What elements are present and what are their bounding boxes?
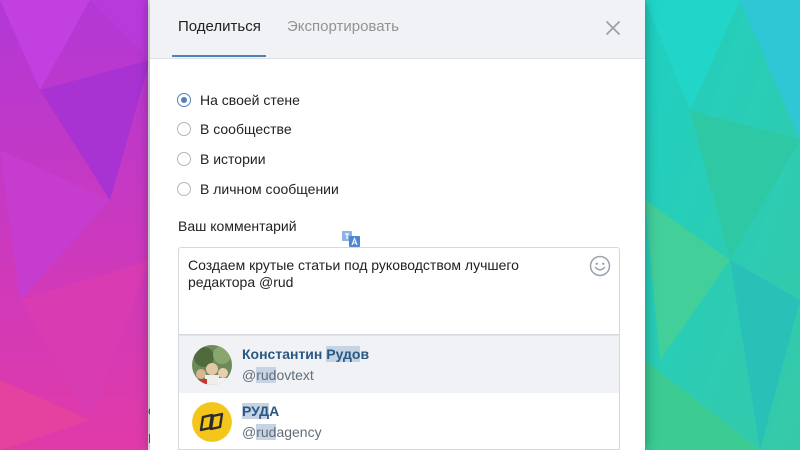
avatar [192,345,232,385]
dialog-header: Поделиться Экспортировать [150,0,645,59]
share-option-story[interactable]: В истории [177,149,266,169]
share-option-label: В истории [200,151,266,167]
radio-button[interactable] [177,93,191,107]
share-option-community[interactable]: В сообществе [177,119,292,139]
active-tab-indicator [172,55,266,57]
comment-text[interactable]: Создаем крутые статьи под руководством л… [188,257,578,291]
share-option-message[interactable]: В личном сообщении [177,179,339,199]
share-option-label: В сообществе [200,121,292,137]
mention-suggestion-item[interactable]: РУДА @rudagency [179,393,619,450]
tab-export[interactable]: Экспортировать [287,18,399,35]
suggestion-name: РУДА [242,403,280,419]
emoji-icon[interactable] [589,255,611,277]
radio-button[interactable] [177,122,191,136]
radio-button[interactable] [177,152,191,166]
suggestion-handle: @rudagency [242,424,322,440]
comment-label: Ваш комментарий [178,218,297,234]
share-option-label: В личном сообщении [200,181,339,197]
mention-suggestion-item[interactable]: Константин Рудов @rudovtext [179,336,619,393]
tab-share[interactable]: Поделиться [178,18,261,35]
suggestion-handle: @rudovtext [242,367,314,383]
close-icon[interactable] [605,20,621,36]
translate-icon[interactable] [342,231,360,247]
share-dialog: Поделиться Экспортировать На своей стене… [150,0,645,450]
share-option-wall[interactable]: На своей стене [177,90,300,110]
share-option-label: На своей стене [200,92,300,108]
mention-suggestions: Константин Рудов @rudovtext РУДА @rudage… [178,335,620,450]
ruda-logo-avatar [192,402,232,442]
comment-textarea[interactable]: Создаем крутые статьи под руководством л… [178,247,620,335]
suggestion-name: Константин Рудов [242,346,370,362]
radio-button[interactable] [177,182,191,196]
